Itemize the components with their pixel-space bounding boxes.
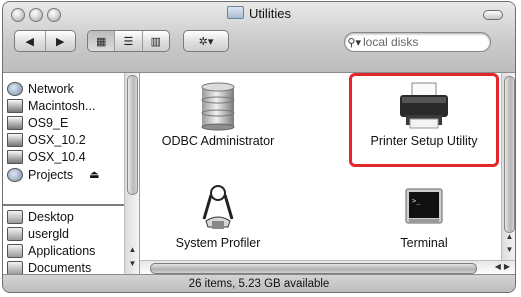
finder-window: Utilities ◀ ▶ ▦ ☰ ▥ ✲▾ ⚲▾ local disks Ne… (3, 2, 515, 292)
network-icon (7, 81, 23, 96)
file-system-profiler[interactable]: System Profiler (138, 183, 298, 250)
file-label: ODBC Administrator (161, 134, 275, 148)
main-horizontal-scroll-thumb[interactable] (150, 263, 477, 274)
desktop-icon (7, 209, 23, 224)
nav-buttons: ◀ ▶ (14, 30, 76, 52)
main-vertical-scrollbar[interactable]: ▲ ▼ (501, 73, 515, 260)
sidebar-item-applications[interactable]: Applications (7, 242, 95, 259)
window-title: Utilities (3, 6, 515, 21)
scroll-down-arrow-icon[interactable]: ▼ (127, 259, 138, 269)
file-label: System Profiler (175, 236, 261, 250)
sidebar-item-label: Network (28, 81, 74, 96)
odbc-icon (201, 82, 235, 131)
sidebar-item-label: Desktop (28, 209, 74, 224)
file-terminal[interactable]: >_ Terminal (344, 183, 504, 250)
horizontal-scroll-arrows-icon[interactable]: ◀▶ (495, 262, 513, 271)
file-label: Terminal (400, 236, 448, 250)
folder-icon (227, 6, 245, 19)
icon-view-icon: ▦ (95, 35, 107, 48)
sidebar-item-usergld[interactable]: usergld (7, 225, 69, 242)
column-view-icon: ▥ (150, 35, 162, 48)
file-icon-view: ODBC Administrator Printer Setup Utility… (140, 73, 515, 260)
printer-icon (400, 82, 448, 129)
sidebar-item-network[interactable]: Network (7, 80, 74, 97)
column-view-button[interactable]: ▥ (143, 31, 169, 51)
file-odbc-administrator[interactable]: ODBC Administrator (138, 81, 298, 148)
system-profiler-icon (202, 185, 234, 229)
gear-icon: ✲▾ (198, 35, 214, 48)
sidebar-item-label: usergld (28, 226, 69, 241)
applications-icon (7, 243, 23, 258)
sidebar: Network Macintosh... OS9_E OSX_10.2 OSX_… (3, 73, 140, 275)
eject-icon[interactable]: ⏏ (89, 168, 99, 181)
view-buttons: ▦ ☰ ▥ (87, 30, 170, 52)
sidebar-item-osx104[interactable]: OSX_10.4 (7, 148, 86, 165)
list-view-button[interactable]: ☰ (115, 31, 143, 51)
sidebar-scrollbar[interactable]: ▲ ▼ (124, 73, 139, 274)
sidebar-item-label: Projects (28, 167, 74, 182)
sidebar-item-label: Macintosh... (28, 98, 96, 113)
sidebar-item-label: OS9_E (28, 115, 69, 130)
documents-icon (7, 260, 23, 275)
hard-drive-icon (7, 149, 23, 164)
terminal-icon: >_ (405, 188, 443, 224)
icon-view-button[interactable]: ▦ (88, 31, 116, 51)
title-bar: Utilities ◀ ▶ ▦ ☰ ▥ ✲▾ ⚲▾ local disks (3, 2, 515, 73)
forward-button[interactable]: ▶ (46, 31, 76, 51)
toolbar-toggle-button[interactable] (483, 10, 503, 20)
window-title-text: Utilities (249, 6, 291, 21)
main-horizontal-scrollbar[interactable]: ◀▶ (140, 260, 515, 275)
sidebar-item-osx102[interactable]: OSX_10.2 (7, 131, 86, 148)
scroll-up-arrow-icon[interactable]: ▲ (504, 232, 515, 242)
scroll-up-arrow-icon[interactable]: ▲ (127, 245, 138, 255)
hard-drive-icon (7, 98, 23, 113)
home-icon (7, 226, 23, 241)
search-input[interactable]: local disks (363, 35, 490, 49)
sidebar-item-os9[interactable]: OS9_E (7, 114, 68, 131)
sidebar-item-label: Documents (28, 260, 92, 275)
network-volume-icon (7, 167, 23, 182)
sidebar-item-label: OSX_10.4 (28, 149, 86, 164)
action-gear: ✲▾ (184, 31, 228, 51)
sidebar-item-label: Applications (28, 243, 96, 258)
sidebar-divider (3, 204, 125, 206)
file-printer-setup-utility[interactable]: Printer Setup Utility (344, 81, 504, 148)
list-view-icon: ☰ (123, 35, 134, 48)
file-label: Printer Setup Utility (370, 134, 478, 148)
sidebar-scroll-thumb[interactable] (127, 75, 138, 195)
status-text: 26 items, 5.23 GB available (188, 278, 330, 290)
search-icon[interactable]: ⚲▾ (345, 36, 361, 49)
hard-drive-icon (7, 132, 23, 147)
sidebar-item-desktop[interactable]: Desktop (7, 208, 74, 225)
search-field[interactable]: ⚲▾ local disks (344, 32, 491, 52)
sidebar-item-macintosh[interactable]: Macintosh... (7, 97, 95, 114)
forward-arrow-icon: ▶ (56, 35, 65, 48)
scroll-down-arrow-icon[interactable]: ▼ (504, 245, 515, 255)
status-bar: 26 items, 5.23 GB available (3, 274, 515, 292)
hard-drive-icon (7, 115, 23, 130)
action-menu-button[interactable]: ✲▾ (183, 30, 229, 52)
sidebar-item-projects[interactable]: Projects ⏏ (7, 166, 100, 183)
main-vertical-scroll-thumb[interactable] (504, 76, 515, 233)
sidebar-item-label: OSX_10.2 (28, 132, 86, 147)
back-button[interactable]: ◀ (15, 31, 46, 51)
back-arrow-icon: ◀ (25, 35, 34, 48)
svg-text:>_: >_ (412, 197, 421, 205)
